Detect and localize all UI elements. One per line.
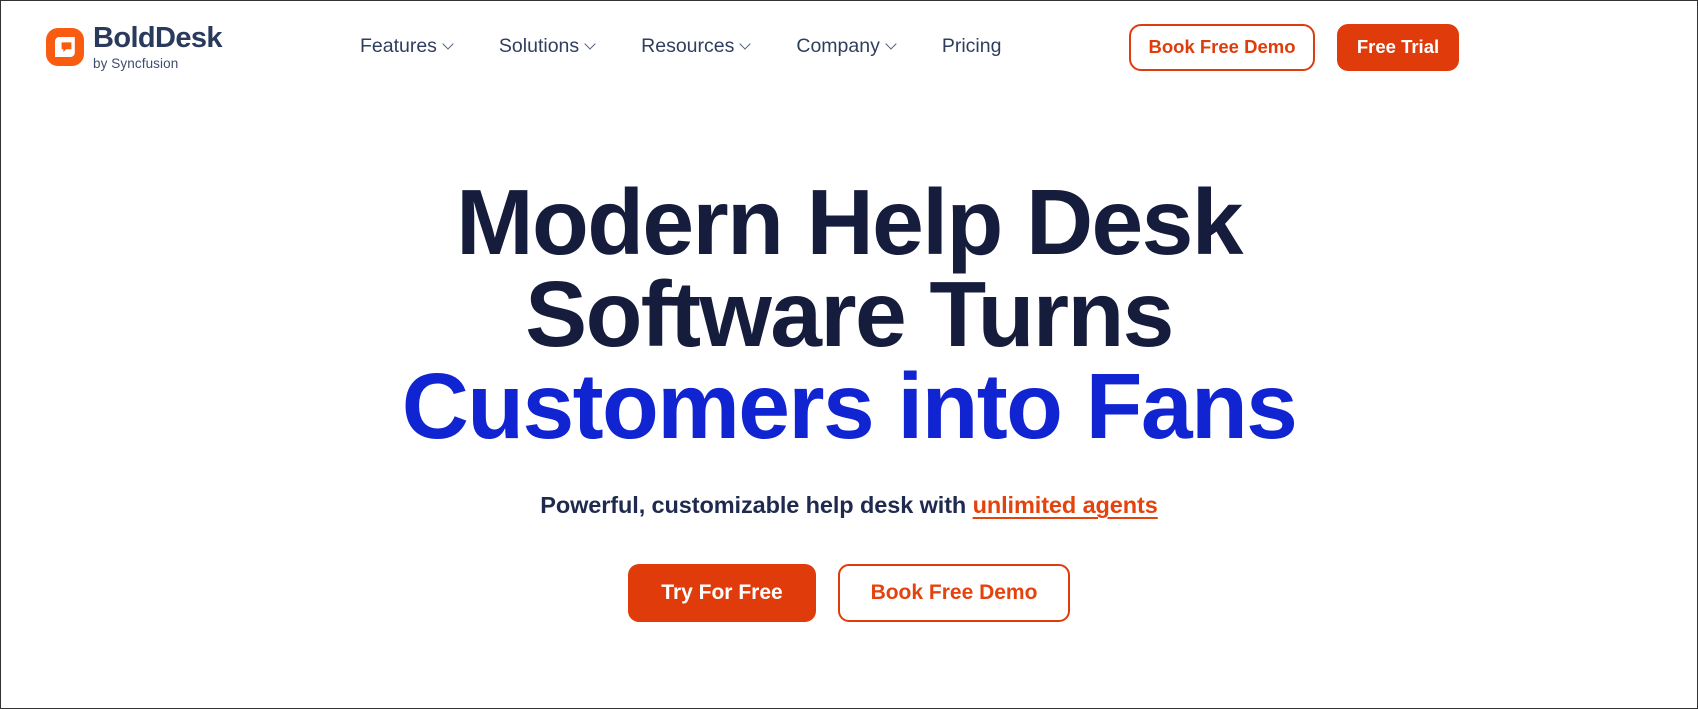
nav-label-company: Company [796,35,880,58]
brand-name: BoldDesk [93,21,223,54]
free-trial-button[interactable]: Free Trial [1337,23,1459,71]
nav-label-pricing: Pricing [941,35,1002,58]
nav-label-resources: Resources [641,35,735,58]
nav-item-company[interactable]: Company [774,37,919,57]
nav-item-features[interactable]: Features [338,37,477,57]
chevron-down-icon [586,40,597,51]
brand-tagline: by Syncfusion [93,55,179,71]
chevron-down-icon [444,40,455,51]
main-navigation: Features Solutions Resources Company Pri… [338,37,1023,57]
nav-label-features: Features [359,35,437,58]
chevron-down-icon [887,40,898,51]
hero-headline-line-1: Modern Help Desk [456,170,1243,274]
book-free-demo-button-hero[interactable]: Book Free Demo [838,564,1070,623]
unlimited-agents-link[interactable]: unlimited agents [973,492,1158,518]
hero-headline-line-3: Customers into Fans [401,354,1298,459]
chevron-down-icon [741,40,752,51]
nav-item-solutions[interactable]: Solutions [477,37,619,57]
hero-subtitle: Powerful, customizable help desk with un… [540,492,1158,519]
try-for-free-button[interactable]: Try For Free [628,564,816,623]
page-viewport: BoldDesk by Syncfusion Features Solution… [0,0,1698,709]
hero-headline: Modern Help Desk Software Turns Customer… [401,170,1298,459]
nav-item-pricing[interactable]: Pricing [920,37,1024,57]
header-actions: Book Free Demo Free Trial [1129,23,1459,71]
hero-section: Modern Help Desk Software Turns Customer… [1,93,1697,623]
nav-item-resources[interactable]: Resources [619,37,774,57]
hero-headline-line-2: Software Turns [525,262,1174,367]
nav-label-solutions: Solutions [498,35,580,58]
hero-cta-group: Try For Free Book Free Demo [628,564,1070,623]
hero-subtitle-text: Powerful, customizable help desk with [540,492,973,519]
brand-logo-text: BoldDesk by Syncfusion [93,21,223,71]
book-free-demo-button-header[interactable]: Book Free Demo [1129,23,1315,71]
brand-logo[interactable]: BoldDesk by Syncfusion [46,21,223,71]
site-header: BoldDesk by Syncfusion Features Solution… [1,1,1697,93]
bolddesk-chat-bubble-icon [46,28,84,66]
